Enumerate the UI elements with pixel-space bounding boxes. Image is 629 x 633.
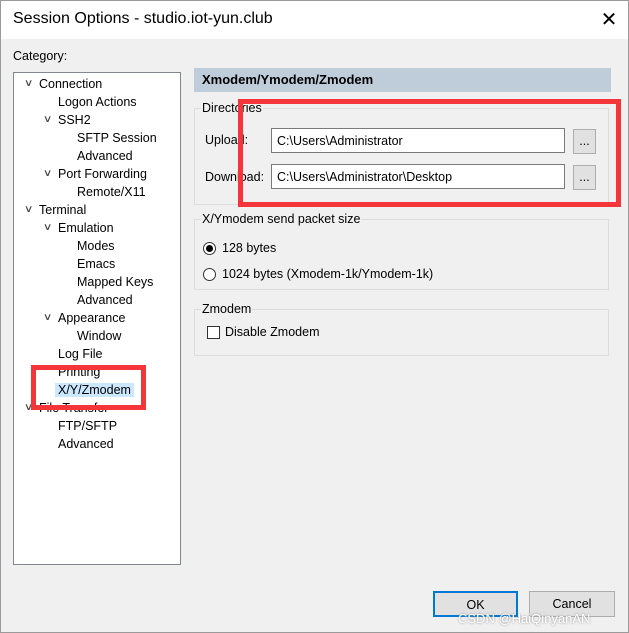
watermark: CSDN @HaiQinyanAN (458, 611, 591, 626)
chevron-down-icon[interactable]: ∨ (43, 165, 53, 183)
tree-item[interactable]: Advanced (77, 291, 133, 309)
tree-item-label: Port Forwarding (58, 167, 147, 181)
tree-item-label: SFTP Session (77, 131, 157, 145)
tree-item[interactable]: Remote/X11 (77, 183, 146, 201)
tree-item-label: Emulation (58, 221, 114, 235)
tree-item[interactable]: ∨ Emulation (43, 219, 114, 237)
zmodem-legend: Zmodem (202, 302, 252, 316)
tree-item[interactable]: SFTP Session (77, 129, 157, 147)
disable-zmodem-label[interactable]: Disable Zmodem (225, 325, 319, 339)
panel-header: Xmodem/Ymodem/Zmodem (194, 68, 611, 92)
tree-item-label: Advanced (77, 149, 133, 163)
tree-item-label: Advanced (58, 437, 114, 451)
close-icon[interactable]: ✕ (598, 7, 620, 32)
tree-item[interactable]: Advanced (58, 435, 114, 453)
highlight-box-tree (31, 365, 146, 410)
tree-item[interactable]: FTP/SFTP (58, 417, 117, 435)
tree-item-label: Connection (39, 77, 103, 91)
chevron-down-icon[interactable]: ∨ (24, 75, 34, 93)
title-bar: Session Options - studio.iot-yun.club ✕ (1, 1, 628, 39)
radio-128-label[interactable]: 128 bytes (222, 241, 276, 255)
tree-item[interactable]: Mapped Keys (77, 273, 153, 291)
category-label: Category: (13, 49, 68, 63)
tree-item-label: SSH2 (58, 113, 91, 127)
tree-item-label: FTP/SFTP (58, 419, 118, 433)
packet-size-legend: X/Ymodem send packet size (202, 212, 361, 226)
tree-item[interactable]: Advanced (77, 147, 133, 165)
tree-item-label: Window (77, 329, 122, 343)
tree-item-label: Modes (77, 239, 115, 253)
tree-item[interactable]: Modes (77, 237, 115, 255)
tree-item-label: Advanced (77, 293, 133, 307)
tree-item[interactable]: ∨ Appearance (43, 309, 126, 327)
tree-item[interactable]: Log File (58, 345, 102, 363)
radio-1024-label[interactable]: 1024 bytes (Xmodem-1k/Ymodem-1k) (222, 267, 433, 281)
tree-item[interactable]: ∨ Terminal (24, 201, 87, 219)
chevron-down-icon[interactable]: ∨ (24, 201, 34, 219)
disable-zmodem-checkbox[interactable] (207, 326, 220, 339)
tree-item-label: Remote/X11 (77, 185, 146, 199)
tree-item-label: Emacs (77, 257, 116, 271)
chevron-down-icon[interactable]: ∨ (43, 111, 53, 129)
chevron-down-icon[interactable]: ∨ (43, 309, 53, 327)
window-title: Session Options - studio.iot-yun.club (13, 10, 273, 27)
highlight-box-directories (238, 99, 621, 207)
tree-item[interactable]: Logon Actions (58, 93, 137, 111)
radio-1024-bytes[interactable] (203, 268, 216, 281)
tree-item[interactable]: ∨ Connection (24, 75, 103, 93)
tree-item[interactable]: ∨ SSH2 (43, 111, 91, 129)
category-tree[interactable]: ∨ Connection Logon Actions ∨ SSH2 SFTP Sessio… (13, 72, 181, 565)
tree-item-label: Log File (58, 347, 103, 361)
tree-item[interactable]: Window (77, 327, 121, 345)
chevron-down-icon[interactable]: ∨ (43, 219, 53, 237)
tree-item-label: Terminal (39, 203, 87, 217)
tree-item[interactable]: Emacs (77, 255, 115, 273)
radio-128-bytes[interactable] (203, 242, 216, 255)
tree-item-label: Mapped Keys (77, 275, 154, 289)
tree-item[interactable]: ∨ Port Forwarding (43, 165, 147, 183)
tree-item-label: Appearance (58, 311, 126, 325)
tree-item-label: Logon Actions (58, 95, 137, 109)
